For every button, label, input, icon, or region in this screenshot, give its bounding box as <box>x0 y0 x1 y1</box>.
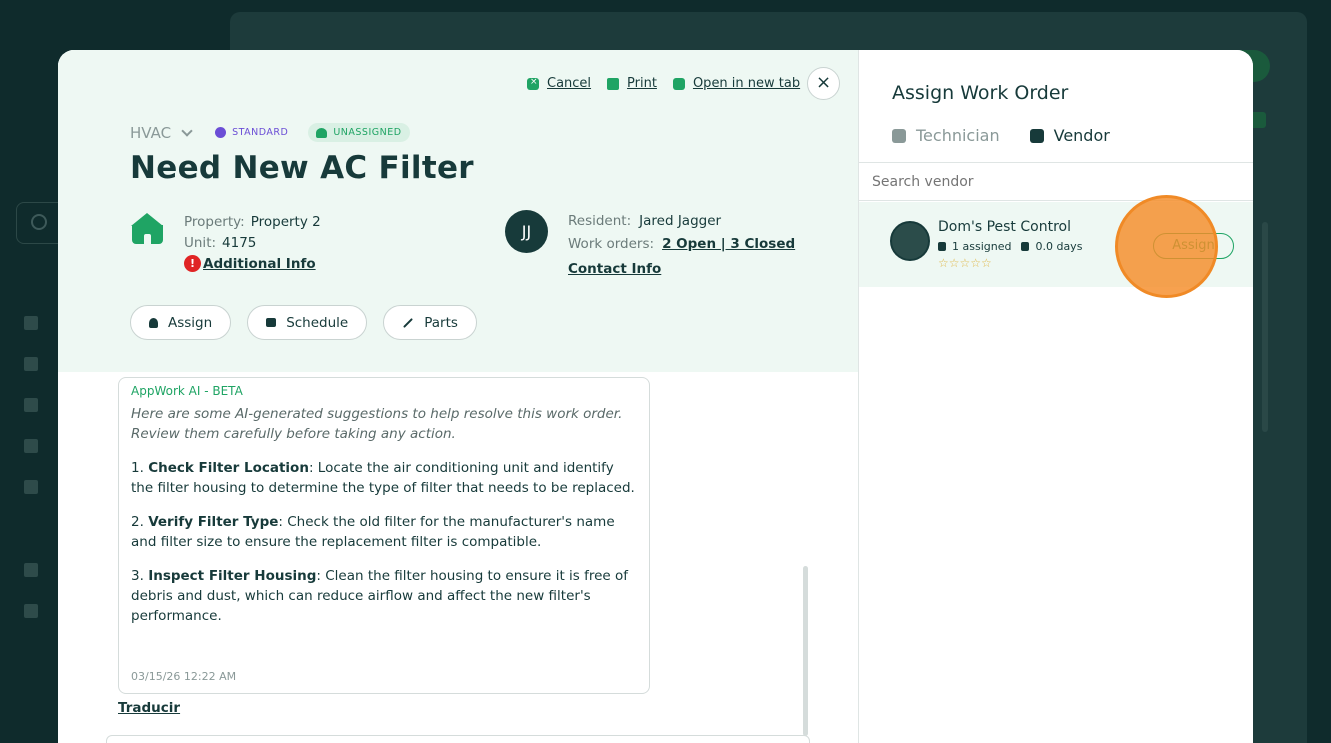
background-nav-icon <box>24 563 38 577</box>
vendor-assigned: 1 assigned <box>952 240 1012 253</box>
resident-avatar: JJ <box>505 210 548 253</box>
category-select[interactable]: HVAC <box>130 124 171 142</box>
user-icon <box>149 317 158 328</box>
property-label: Property: <box>184 214 245 230</box>
work-orders-link[interactable]: 2 Open | 3 Closed <box>662 236 795 252</box>
category-row: HVAC STANDARD UNASSIGNED <box>130 123 422 142</box>
search-icon <box>31 214 47 230</box>
background-nav-icon <box>24 439 38 453</box>
page-title: Need New AC Filter <box>130 150 474 186</box>
assign-tabs: Technician Vendor <box>892 126 1140 145</box>
vendor-avatar <box>890 221 930 261</box>
print-icon <box>607 77 620 90</box>
action-buttons: Assign Schedule Parts <box>130 305 493 340</box>
assign-button[interactable]: Assign <box>130 305 232 340</box>
vendor-days: 0.0 days <box>1035 240 1083 253</box>
property-info: Property: Property 2 Unit: 4175 <box>184 212 321 254</box>
vendor-list-item[interactable]: Dom's Pest Control 1 assigned 0.0 days ☆… <box>859 202 1253 287</box>
tab-vendor[interactable]: Vendor <box>1029 126 1110 145</box>
background-nav-icon <box>24 604 38 618</box>
tab-technician-label: Technician <box>916 126 1000 145</box>
ai-intro: Here are some AI-generated suggestions t… <box>131 406 623 442</box>
background-nav-icon <box>24 316 38 330</box>
unit-value: 4175 <box>222 235 257 251</box>
assign-label: Assign <box>168 314 213 331</box>
assignment-label: UNASSIGNED <box>333 127 402 138</box>
parts-label: Parts <box>424 314 458 331</box>
schedule-button[interactable]: Schedule <box>247 305 368 340</box>
cancel-link[interactable]: Cancel <box>527 76 591 91</box>
add-user-icon <box>316 127 328 138</box>
ai-suggestion: 2. Verify Filter Type: Check the old fil… <box>131 514 615 550</box>
ai-suggestion: 1. Check Filter Location: Locate the air… <box>131 460 635 496</box>
assign-panel-title: Assign Work Order <box>892 82 1069 104</box>
resident-value: Jared Jagger <box>639 213 722 229</box>
clipboard-icon <box>938 242 946 251</box>
cancel-icon <box>527 77 539 90</box>
home-icon <box>131 213 164 245</box>
open-new-tab-link[interactable]: Open in new tab <box>672 76 801 91</box>
priority-badge[interactable]: STANDARD <box>207 123 296 142</box>
print-label: Print <box>627 76 657 91</box>
property-value: Property 2 <box>250 214 321 230</box>
warning-icon: ! <box>184 255 201 272</box>
resident-label: Resident: <box>568 213 632 229</box>
vendor-search-input[interactable] <box>859 162 1253 201</box>
cancel-label: Cancel <box>547 76 592 91</box>
ai-suggestion: 3. Inspect Filter Housing: Clean the fil… <box>131 568 629 624</box>
schedule-label: Schedule <box>286 314 349 331</box>
clock-icon <box>215 127 227 138</box>
briefcase-icon <box>1029 128 1044 143</box>
wrench-icon <box>403 317 414 328</box>
assignment-badge[interactable]: UNASSIGNED <box>308 123 410 142</box>
open-new-tab-label: Open in new tab <box>692 76 801 91</box>
background-nav-icon <box>24 398 38 412</box>
print-link[interactable]: Print <box>607 76 657 91</box>
additional-info-link[interactable]: Additional Info <box>203 256 316 272</box>
priority-label: STANDARD <box>232 127 289 138</box>
work-order-header: Cancel Print Open in new tab × HVAC STAN… <box>58 50 858 372</box>
background-nav-icon <box>24 480 38 494</box>
vendor-rating: ☆☆☆☆☆ <box>938 256 992 270</box>
parts-button[interactable]: Parts <box>383 305 477 340</box>
calendar-icon <box>266 318 277 327</box>
vendor-meta: 1 assigned 0.0 days <box>938 240 1082 253</box>
vendor-name: Dom's Pest Control <box>938 219 1071 235</box>
close-button[interactable]: × <box>807 67 840 100</box>
assign-panel: Assign Work Order Technician Vendor Dom'… <box>858 50 1253 743</box>
external-link-icon <box>672 77 685 90</box>
additional-info: ! Additional Info <box>184 255 316 272</box>
tab-vendor-label: Vendor <box>1053 126 1110 145</box>
translate-link[interactable]: Traducir <box>118 700 180 716</box>
resident-info: Resident: Jared Jagger Work orders: 2 Open… <box>568 210 795 281</box>
background-scrollbar <box>1262 222 1268 432</box>
work-orders-label: Work orders: <box>568 236 655 252</box>
message-input[interactable] <box>106 735 810 743</box>
chevron-down-icon[interactable] <box>181 124 193 137</box>
ai-suggestions-card: AppWork AI - BETA Here are some AI-gener… <box>118 377 650 694</box>
ai-timestamp: 03/15/26 12:22 AM <box>131 670 237 683</box>
unit-label: Unit: <box>184 235 217 251</box>
scrollbar[interactable] <box>803 566 808 736</box>
technician-icon <box>892 128 906 143</box>
clock-icon <box>1021 242 1030 251</box>
work-order-modal: Cancel Print Open in new tab × HVAC STAN… <box>58 50 1253 743</box>
vendor-assign-button[interactable]: Assign <box>1153 233 1234 259</box>
ai-header: AppWork AI - BETA <box>131 384 243 398</box>
work-order-detail: Cancel Print Open in new tab × HVAC STAN… <box>58 50 858 743</box>
tab-technician[interactable]: Technician <box>892 126 1000 145</box>
top-actions: Cancel Print Open in new tab <box>527 76 816 91</box>
contact-info-link[interactable]: Contact Info <box>568 261 661 277</box>
background-nav-icon <box>24 357 38 371</box>
